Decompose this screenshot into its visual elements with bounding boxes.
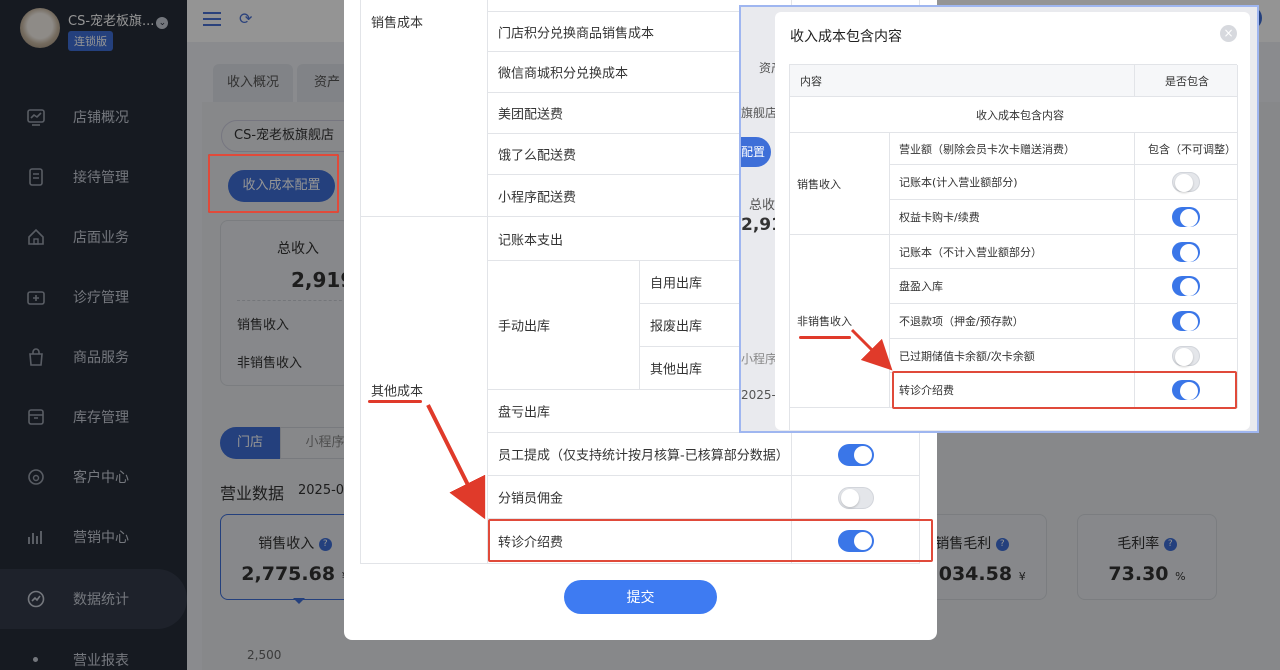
table-row: 不退款项（押金/预存款） <box>890 304 1135 339</box>
row-label: 分销员佣金 <box>498 491 564 507</box>
toggle-non-refundable[interactable] <box>1172 311 1200 331</box>
annotation-underline <box>799 336 851 339</box>
annotation-highlight-box <box>488 519 933 562</box>
include-fixed-text: 包含（不可调整） <box>1148 142 1236 156</box>
row-label: 手动出库 <box>498 319 551 335</box>
row-label: 小程序配送费 <box>498 190 577 205</box>
table-row: 员工提成（仅支持统计按月核算-已核算部分数据） <box>488 433 792 476</box>
include-cell: 包含（不可调整） <box>1135 133 1238 165</box>
row-label: 报废出库 <box>650 319 703 335</box>
row-label: 自用出库 <box>650 276 703 292</box>
group-cell: 非销售收入 <box>790 235 890 408</box>
income-cost-content-modal: 收入成本包含内容 × 内容 是否包含 收入成本包含内容 销售收入 营业额（剔除会… <box>775 12 1250 430</box>
table-row: 营业额（剔除会员卡次卡赠送消费） <box>890 133 1135 165</box>
toggle-staff-commission[interactable] <box>838 444 874 466</box>
toggle-account-book-non-revenue[interactable] <box>1172 242 1200 262</box>
annotation-highlight-box <box>892 371 1237 409</box>
row-label: 门店积分兑换商品销售成本 <box>498 26 655 41</box>
category-cell: 其他成本 <box>360 217 488 564</box>
table-row: 权益卡购卡/续费 <box>890 200 1135 235</box>
row-label: 微信商城积分兑换成本 <box>498 66 629 82</box>
group-sales-income: 销售收入 <box>797 177 841 191</box>
column-header: 是否包含 <box>1135 65 1238 97</box>
category-other-cost: 其他成本 <box>371 384 424 400</box>
annotation-highlight-box <box>208 154 339 213</box>
table-row: 分销员佣金 <box>488 476 792 519</box>
toggle-distributor-commission[interactable] <box>838 487 874 509</box>
content-table: 内容 是否包含 收入成本包含内容 销售收入 营业额（剔除会员卡次卡赠送消费） 包… <box>789 64 1238 430</box>
annotation-underline <box>368 400 422 403</box>
row-label: 其他出库 <box>650 362 703 378</box>
table-row: 记账本（不计入营业额部分） <box>890 235 1135 269</box>
table-row: 记账本(计入营业额部分) <box>890 165 1135 200</box>
table-row: 已过期储值卡余额/次卡余额 <box>890 339 1135 373</box>
table-row: 手动出库 <box>488 261 640 390</box>
fragment-text: 小程序 <box>741 352 778 366</box>
row-label: 饿了么配送费 <box>498 148 577 164</box>
toggle-inventory-surplus[interactable] <box>1172 276 1200 296</box>
close-icon[interactable]: × <box>1220 25 1237 42</box>
fragment-button: 配置 <box>741 137 771 167</box>
table-row: 盘盈入库 <box>890 269 1135 304</box>
toggle-account-book-revenue[interactable] <box>1172 172 1200 192</box>
group-non-sales-income: 非销售收入 <box>797 315 852 328</box>
category-cell: 销售成本 <box>360 0 488 217</box>
category-sales-cost: 销售成本 <box>371 16 424 31</box>
row-label: 记账本支出 <box>498 233 564 248</box>
fragment-text: 旗舰店 <box>741 106 778 120</box>
section-title: 收入成本包含内容 <box>790 97 1238 133</box>
toggle-expired-balance[interactable] <box>1172 346 1200 366</box>
row-label: 美团配送费 <box>498 107 564 123</box>
fragment-text: 总收 <box>749 198 776 213</box>
toggle-membership-card[interactable] <box>1172 207 1200 227</box>
submit-button[interactable]: 提交 <box>564 580 717 614</box>
row-label: 盘亏出库 <box>498 405 551 421</box>
group-cell: 销售收入 <box>790 133 890 235</box>
row-label: 员工提成（仅支持统计按月核算-已核算部分数据） <box>498 448 789 464</box>
modal-title: 收入成本包含内容 <box>790 29 902 45</box>
column-header: 内容 <box>790 65 1135 97</box>
